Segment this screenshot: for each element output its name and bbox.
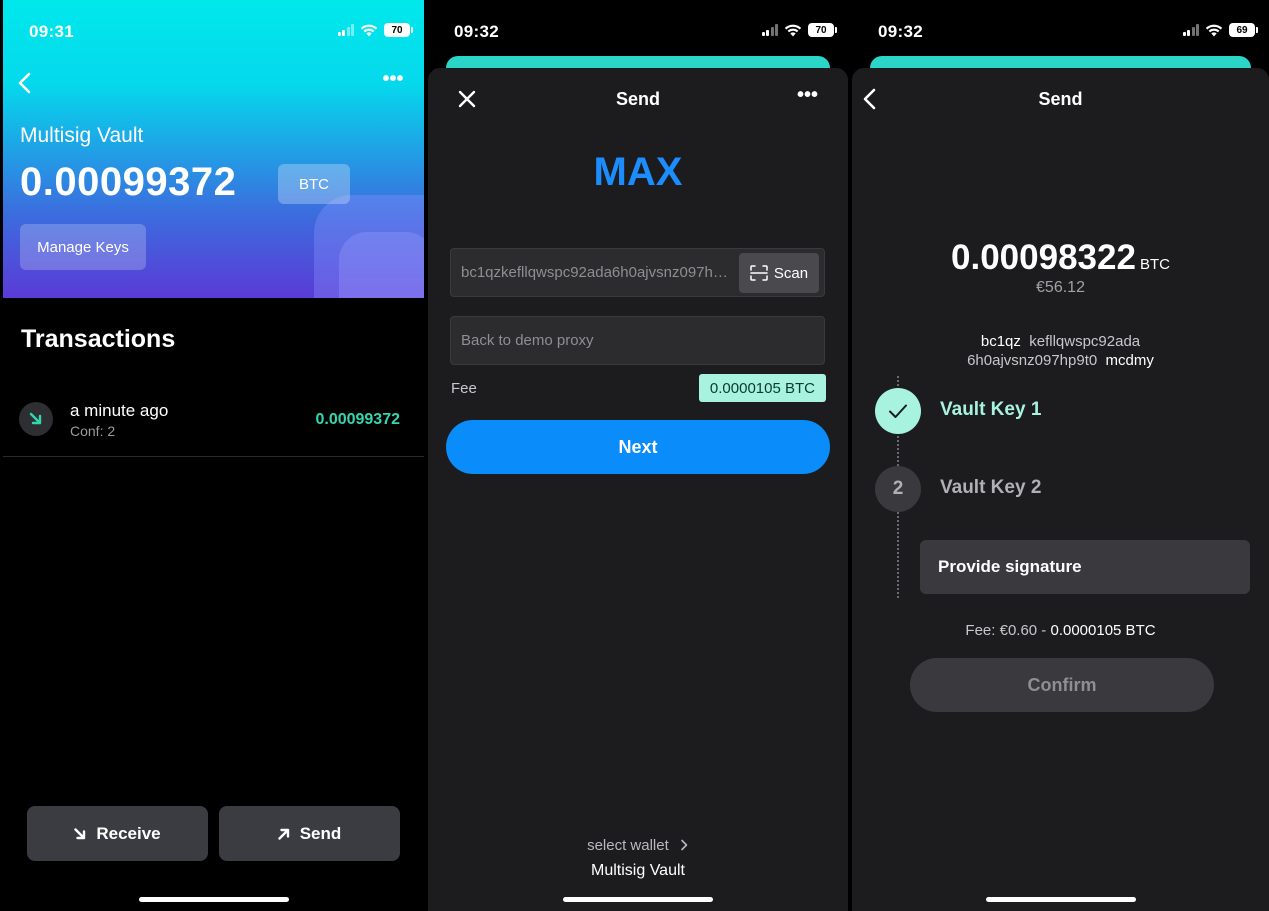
status-bar: 09:32 69 bbox=[852, 0, 1269, 60]
transaction-row[interactable]: a minute ago Conf: 2 0.00099372 bbox=[3, 390, 424, 457]
cellular-signal-icon bbox=[337, 24, 354, 36]
decorative-shape bbox=[339, 232, 424, 298]
send-amount: 0.00098322 BTC bbox=[852, 238, 1269, 278]
address-chunk: 6h0ajvsnz097hp9t0 bbox=[967, 352, 1098, 369]
selected-wallet-name: Multisig Vault bbox=[591, 862, 685, 879]
wallet-balance[interactable]: 0.00099372 bbox=[20, 160, 236, 205]
status-bar: 09:31 70 bbox=[3, 0, 424, 60]
wallet-screen: 09:31 70 ••• Multisig Vault 0.00099372 B… bbox=[3, 0, 424, 911]
fee-summary: Fee: €0.60 - 0.0000105 BTC bbox=[852, 622, 1269, 639]
status-time: 09:31 bbox=[29, 22, 74, 41]
back-icon[interactable] bbox=[13, 70, 39, 96]
page-title: Send bbox=[1038, 89, 1083, 109]
scan-qr-icon bbox=[750, 265, 768, 281]
address-chunk: bc1qz bbox=[980, 333, 1021, 350]
receive-button[interactable]: Receive bbox=[27, 806, 208, 861]
home-indicator[interactable] bbox=[563, 897, 713, 902]
amount-unit: BTC bbox=[1139, 256, 1170, 273]
address-chunk: mcdmy bbox=[1105, 352, 1154, 369]
chevron-right-icon bbox=[681, 839, 688, 851]
select-wallet-label: select wallet bbox=[587, 837, 669, 854]
fee-selector-button[interactable]: 0.0000105 BTC bbox=[698, 374, 826, 402]
wallet-name: Multisig Vault bbox=[20, 124, 144, 147]
receive-label: Receive bbox=[96, 823, 161, 843]
confirm-button[interactable]: Confirm bbox=[910, 658, 1214, 712]
home-indicator[interactable] bbox=[138, 897, 289, 902]
home-indicator[interactable] bbox=[985, 897, 1136, 902]
recipient-address-line: bc1qz kefllqwspc92ada bbox=[852, 333, 1269, 350]
battery-icon: 69 bbox=[1229, 23, 1258, 37]
amount-max-display[interactable]: MAX bbox=[428, 150, 848, 195]
status-time: 09:32 bbox=[454, 22, 499, 41]
address-chunk: kefllqwspc92ada bbox=[1029, 333, 1141, 350]
fee-fiat: Fee: €0.60 - bbox=[965, 622, 1051, 639]
status-bar: 09:32 70 bbox=[428, 0, 848, 60]
send-confirm-screen: 09:32 69 Send 0.00098322 BTC €56.12 bc1qz… bbox=[852, 0, 1269, 911]
manage-keys-button[interactable]: Manage Keys bbox=[20, 224, 146, 270]
send-arrow-icon bbox=[278, 828, 289, 840]
step-complete-check-icon bbox=[875, 388, 921, 434]
transactions-heading: Transactions bbox=[21, 325, 176, 353]
wifi-icon bbox=[784, 24, 802, 36]
battery-icon: 70 bbox=[384, 23, 413, 37]
fee-btc: 0.0000105 BTC bbox=[1050, 622, 1156, 639]
cellular-signal-icon bbox=[1182, 24, 1199, 36]
page-title: Send bbox=[615, 89, 660, 109]
confirm-sheet: Send 0.00098322 BTC €56.12 bc1qz kefllqws… bbox=[852, 68, 1269, 911]
recipient-address-line: 6h0ajvsnz097hp9t0 mcdmy bbox=[852, 352, 1269, 369]
send-form-screen: 09:32 70 Send ••• MAX bc1qzkefllqwspc92a… bbox=[428, 0, 848, 911]
send-label: Send bbox=[299, 823, 342, 843]
vault-key-2-label: Vault Key 2 bbox=[940, 477, 1042, 498]
scan-button[interactable]: Scan bbox=[739, 253, 819, 293]
memo-input[interactable] bbox=[450, 316, 825, 365]
vault-key-1-label: Vault Key 1 bbox=[940, 399, 1042, 420]
scan-label: Scan bbox=[773, 264, 809, 282]
cellular-signal-icon bbox=[761, 24, 778, 36]
fiat-amount: €56.12 bbox=[1036, 279, 1085, 296]
wifi-icon bbox=[360, 24, 378, 36]
step-number-badge: 2 bbox=[875, 466, 921, 512]
amount-value: 0.00098322 bbox=[951, 238, 1136, 277]
address-value[interactable]: bc1qzkefllqwspc92ada6h0ajvsnz097hp9t0mcd… bbox=[461, 264, 736, 281]
wallet-header-card: 09:31 70 ••• Multisig Vault 0.00099372 B… bbox=[3, 0, 424, 298]
unit-toggle-button[interactable]: BTC bbox=[278, 164, 350, 204]
fee-label: Fee bbox=[451, 380, 477, 397]
send-sheet: Send ••• MAX bc1qzkefllqwspc92ada6h0ajvs… bbox=[428, 68, 848, 911]
status-time: 09:32 bbox=[878, 22, 923, 41]
address-field[interactable]: bc1qzkefllqwspc92ada6h0ajvsnz097hp9t0mcd… bbox=[450, 248, 825, 297]
provide-signature-button[interactable]: Provide signature bbox=[920, 540, 1250, 594]
battery-icon: 70 bbox=[808, 23, 837, 37]
more-options-icon[interactable]: ••• bbox=[382, 69, 404, 92]
select-wallet-link[interactable]: select wallet bbox=[428, 837, 848, 854]
more-options-icon[interactable]: ••• bbox=[797, 85, 818, 105]
wifi-icon bbox=[1205, 24, 1223, 36]
receive-arrow-icon bbox=[74, 827, 86, 839]
next-button[interactable]: Next bbox=[446, 420, 830, 474]
incoming-arrow-icon bbox=[19, 402, 53, 436]
transaction-time: a minute ago bbox=[70, 401, 169, 420]
transaction-amount: 0.00099372 bbox=[315, 411, 400, 428]
transaction-confirmations: Conf: 2 bbox=[70, 423, 116, 439]
send-button[interactable]: Send bbox=[219, 806, 400, 861]
